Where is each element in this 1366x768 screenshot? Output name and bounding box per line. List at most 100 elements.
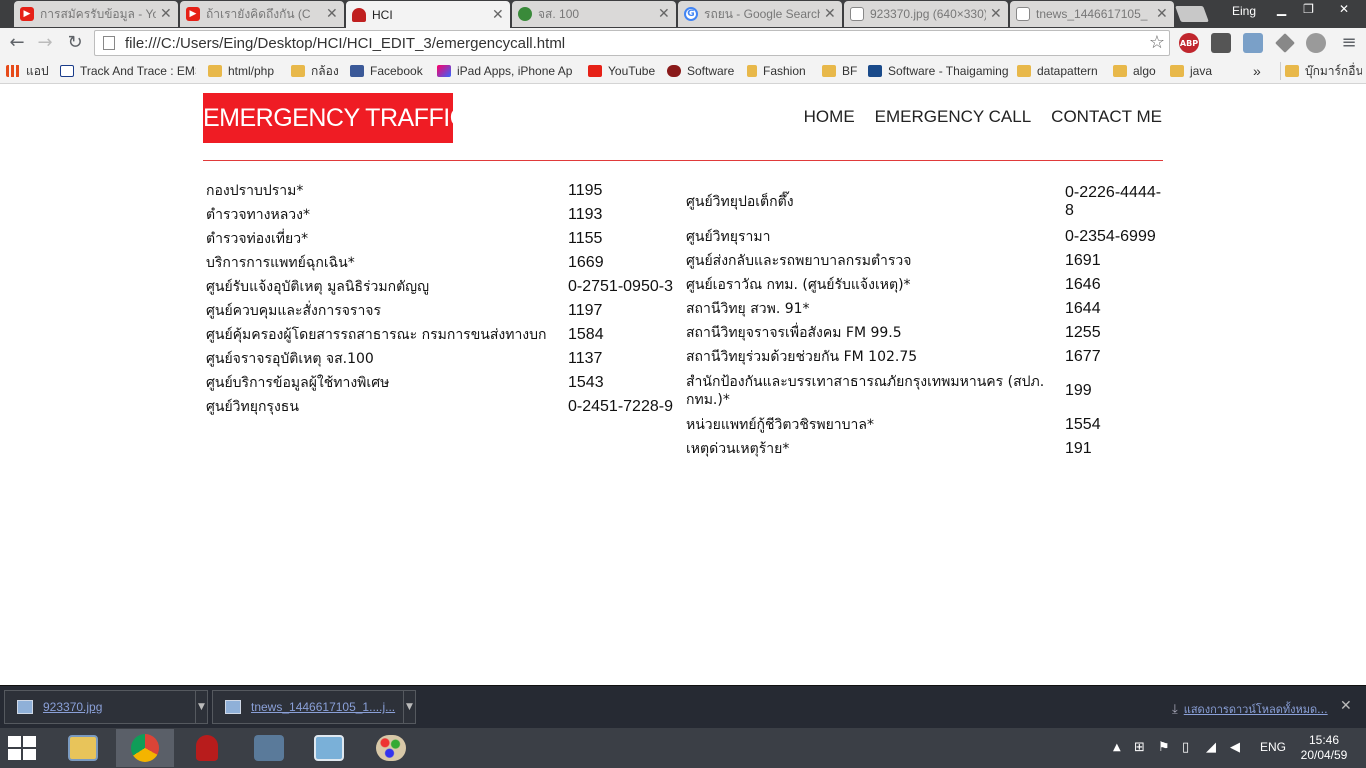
url-text[interactable]: file:///C:/Users/Eing/Desktop/HCI/HCI_ED… [125, 35, 565, 52]
close-tab-icon[interactable]: ✕ [160, 6, 172, 22]
file-explorer-taskbar-button[interactable] [54, 729, 112, 767]
address-bar[interactable]: file:///C:/Users/Eing/Desktop/HCI/HCI_ED… [94, 30, 1170, 56]
show-all-downloads-link[interactable]: แสดงการดาวน์โหลดทั้งหมด... [1184, 700, 1328, 718]
language-indicator[interactable]: ENG [1260, 740, 1286, 754]
bookmark-software[interactable]: Software [667, 62, 739, 80]
list-item: ศูนย์รับแจ้งอุบัติเหตุ มูลนิธิร่วมกตัญญู… [203, 275, 679, 299]
show-hidden-icons-chevron-icon[interactable]: ▲ [1113, 742, 1121, 753]
tab-hci[interactable]: HCI ✕ [346, 1, 510, 28]
app-taskbar-button[interactable] [178, 729, 236, 767]
download-menu-chevron-icon[interactable]: ▼ [195, 690, 207, 724]
download-item[interactable]: tnews_1446617105_1....j... ▼ [212, 690, 416, 724]
tab-youtube-song[interactable]: ▶ ถ้าเรายังคิดถึงกัน (C ✕ [180, 1, 344, 27]
download-item[interactable]: 923370.jpg ▼ [4, 690, 208, 724]
close-tab-icon[interactable]: ✕ [326, 6, 338, 22]
adblock-plus-icon[interactable]: ABP [1179, 33, 1199, 53]
bookmark-algo[interactable]: algo [1113, 62, 1163, 80]
bookmark-fashion[interactable]: Fashion [747, 62, 813, 80]
wifi-icon[interactable]: ◢ [1206, 740, 1216, 755]
back-arrow-icon[interactable]: ← [6, 32, 28, 54]
volume-icon[interactable]: ◀ [1230, 740, 1240, 755]
folder-icon [291, 65, 305, 77]
bookmark-apps[interactable]: แอป [6, 62, 52, 80]
bookmark-label: กล้อง [311, 63, 339, 78]
tab-title: รถยน - Google Search [704, 6, 820, 21]
camera-icon[interactable] [1243, 33, 1263, 53]
nav-contact-me[interactable]: CONTACT ME [1051, 107, 1162, 127]
drive-icon[interactable] [1275, 33, 1295, 53]
tab-js100[interactable]: จส. 100 ✕ [512, 1, 676, 27]
phone-number: 1691 [1065, 252, 1101, 269]
bookmark-java[interactable]: java [1170, 62, 1218, 80]
close-tab-icon[interactable]: ✕ [658, 6, 670, 22]
bookmark-bf[interactable]: BF [822, 62, 860, 80]
download-filename[interactable]: tnews_1446617105_1....j... [251, 700, 403, 714]
bookmark-track-and-trace[interactable]: Track And Trace : EMS [60, 62, 196, 80]
bookmark-label: java [1190, 64, 1213, 78]
close-window-icon[interactable]: ✕ [1322, 0, 1366, 18]
new-tab-button[interactable] [1175, 6, 1209, 22]
list-item: สถานีวิทยุ สวพ. 91* 1644 [683, 297, 1163, 321]
thaigaming-icon [868, 65, 882, 77]
restore-window-icon[interactable]: ❐ [1295, 0, 1322, 18]
bookmark-facebook[interactable]: Facebook [350, 62, 428, 80]
phone-number: 1646 [1065, 276, 1101, 293]
phone-number: 1677 [1065, 348, 1101, 365]
control-panel-taskbar-button[interactable] [300, 729, 358, 767]
taskbar-clock[interactable]: 15:46 20/04/59 [1296, 733, 1352, 763]
bookmark-label: บุ๊กมาร์กอื่นๆ [1305, 63, 1362, 78]
tab-google-search[interactable]: G รถยน - Google Search ✕ [678, 1, 842, 27]
phone-number: 199 [1065, 382, 1092, 399]
bookmark-label: BF [842, 64, 858, 78]
download-menu-chevron-icon[interactable]: ▼ [403, 690, 415, 724]
tab-image-tnews[interactable]: tnews_1446617105_ ✕ [1010, 1, 1174, 27]
close-download-shelf-icon[interactable]: ✕ [1340, 698, 1352, 714]
nav-emergency-call[interactable]: EMERGENCY CALL [875, 107, 1032, 127]
bookmark-youtube[interactable]: YouTube [588, 62, 658, 80]
list-item: ศูนย์ส่งกลับและรถพยาบาลกรมตำรวจ 1691 [683, 249, 1163, 273]
chrome-taskbar-button[interactable] [116, 729, 174, 767]
other-bookmarks[interactable]: บุ๊กมาร์กอื่นๆ [1280, 62, 1362, 80]
network-app-taskbar-button[interactable] [240, 729, 298, 767]
list-item: ศูนย์คุ้มครองผู้โดยสารรถสาธารณะ กรมการขน… [203, 323, 679, 347]
forward-arrow-icon[interactable]: → [34, 32, 56, 54]
bookmark-html-php[interactable]: html/php [208, 62, 284, 80]
nav-home[interactable]: HOME [804, 107, 855, 127]
bookmark-thaigaming[interactable]: Software - Thaigaming [868, 62, 1008, 80]
close-tab-icon[interactable]: ✕ [990, 6, 1002, 22]
bookmark-star-icon[interactable]: ☆ [1149, 32, 1165, 53]
power-icon[interactable]: ▯ [1182, 740, 1189, 755]
chrome-menu-icon[interactable]: ≡ [1338, 32, 1360, 54]
bookmark-camera-folder[interactable]: กล้อง [291, 62, 341, 80]
bookmark-datapattern[interactable]: datapattern [1017, 62, 1105, 80]
bookmark-label: Track And Trace : EMS [80, 64, 196, 78]
minimize-window-icon[interactable]: ▁ [1268, 0, 1295, 18]
extension-icon[interactable] [1211, 33, 1231, 53]
user-profile-badge[interactable]: Eing [1226, 2, 1262, 20]
tab-youtube-subscriptions[interactable]: ▶ การสมัครรับข้อมูล - You ✕ [14, 1, 178, 27]
header-divider [203, 160, 1163, 161]
download-filename[interactable]: 923370.jpg [43, 700, 195, 714]
close-tab-icon[interactable]: ✕ [1156, 6, 1168, 22]
phone-number: 1155 [568, 230, 603, 247]
site-logo[interactable]: EMERGENCY TRAFFIC [203, 93, 468, 143]
reload-icon[interactable]: ↻ [64, 32, 86, 54]
list-item: ตำรวจทางหลวง* 1193 [203, 203, 679, 227]
paint-taskbar-button[interactable] [362, 729, 420, 767]
js100-favicon [518, 7, 532, 21]
tab-image-923370[interactable]: 923370.jpg (640×330) ✕ [844, 1, 1008, 27]
list-item: ศูนย์บริการข้อมูลผู้ใช้ทางพิเศษ 1543 [203, 371, 679, 395]
tab-title: ถ้าเรายังคิดถึงกัน (C [206, 6, 311, 21]
action-center-flag-icon[interactable]: ⚑ [1158, 740, 1170, 755]
bookmark-ipad-apps[interactable]: iPad Apps, iPhone Ap [437, 62, 579, 80]
sync-icon[interactable] [1306, 33, 1326, 53]
windows-flag-icon[interactable]: ⊞ [1134, 740, 1145, 755]
show-all-downloads[interactable]: ⤓ แสดงการดาวน์โหลดทั้งหมด... [1172, 700, 1328, 718]
close-tab-icon[interactable]: ✕ [492, 7, 504, 23]
windows-start-icon[interactable] [8, 736, 38, 760]
bookmark-label: Software - Thaigaming [888, 64, 1008, 78]
list-item: กองปราบปราม* 1195 [203, 179, 679, 203]
bookmarks-overflow-chevron-icon[interactable]: » [1253, 62, 1267, 80]
tab-title: 923370.jpg (640×330) [870, 7, 986, 21]
close-tab-icon[interactable]: ✕ [824, 6, 836, 22]
